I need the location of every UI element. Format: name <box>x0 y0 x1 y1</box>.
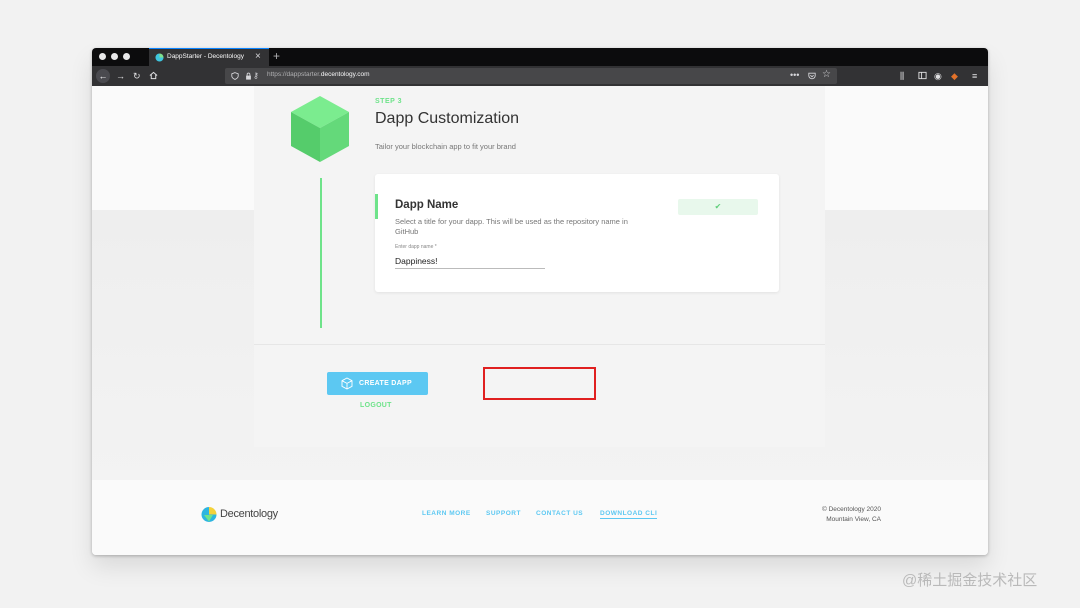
sidebar-icon[interactable] <box>918 71 927 80</box>
maximize-window-icon[interactable] <box>123 53 130 60</box>
library-icon[interactable]: ⫼ <box>900 69 904 83</box>
reload-icon[interactable]: ↻ <box>133 69 141 83</box>
dapp-name-label: Enter dapp name * <box>395 244 437 250</box>
minimize-window-icon[interactable] <box>111 53 118 60</box>
step-cube-icon <box>291 96 349 162</box>
new-tab-icon[interactable]: + <box>273 48 280 65</box>
learn-more-link[interactable]: LEARN MORE <box>422 510 471 517</box>
watermark: @稀土掘金技术社区 <box>902 572 1038 589</box>
divider <box>254 344 825 345</box>
pocket-icon[interactable] <box>808 72 816 80</box>
tab-close-icon[interactable]: × <box>255 50 261 64</box>
dapp-name-input[interactable] <box>395 253 545 269</box>
logout-link[interactable]: LOGOUT <box>360 402 392 409</box>
forward-arrow-icon[interactable]: → <box>116 69 125 83</box>
tab-dappstarter[interactable]: DappStarter - Decentology × <box>149 48 269 66</box>
create-dapp-label: CREATE DAPP <box>359 379 412 387</box>
decentology-logo-icon <box>201 507 217 522</box>
more-actions-icon[interactable]: ••• <box>790 69 799 81</box>
logo-text: Decentology <box>220 508 278 520</box>
step-timeline <box>320 178 322 328</box>
contact-us-link[interactable]: CONTACT US <box>536 510 583 517</box>
cube-icon <box>341 377 353 390</box>
dapp-name-card: Dapp Name Select a title for your dapp. … <box>375 174 779 292</box>
copyright-line: © Decentology 2020 <box>822 506 881 513</box>
checkmark-icon: ✔ <box>678 199 758 215</box>
step-subtitle: Tailor your blockchain app to fit your b… <box>375 142 516 151</box>
support-link[interactable]: SUPPORT <box>486 510 521 517</box>
menu-icon[interactable]: ≡ <box>972 69 977 83</box>
home-icon[interactable] <box>149 71 158 80</box>
create-dapp-button[interactable]: CREATE DAPP <box>327 372 428 395</box>
close-window-icon[interactable] <box>99 53 106 60</box>
highlight-box <box>483 367 596 400</box>
decentology-logo[interactable]: Decentology <box>200 505 278 525</box>
metamask-extension-icon[interactable]: ◆ <box>951 69 958 83</box>
shield-icon[interactable] <box>231 72 239 80</box>
bookmark-star-icon[interactable]: ☆ <box>822 69 831 81</box>
copyright: © Decentology 2020 Mountain View, CA <box>782 505 881 525</box>
key-icon[interactable]: ⚷ <box>253 70 259 82</box>
decentology-favicon-icon <box>155 53 164 62</box>
back-arrow-icon[interactable]: ← <box>96 69 110 83</box>
nav-toolbar: ← → ↻ ⚷ https://dappstarter.decentology.… <box>92 66 988 86</box>
address-bar[interactable]: ⚷ https://dappstarter.decentology.com ••… <box>225 68 837 84</box>
tab-bar: DappStarter - Decentology × + <box>92 48 988 66</box>
field-description: Select a title for your dapp. This will … <box>395 217 628 236</box>
tab-title: DappStarter - Decentology <box>167 53 244 60</box>
url-text[interactable]: https://dappstarter.decentology.com <box>267 71 370 78</box>
step-title: Dapp Customization <box>375 110 520 127</box>
location-line: Mountain View, CA <box>826 516 881 523</box>
browser-window: DappStarter - Decentology × + ← → ↻ ⚷ ht… <box>92 48 988 555</box>
account-icon[interactable]: ◉ <box>934 69 942 83</box>
download-cli-link[interactable]: DOWNLOAD CLI <box>600 510 658 519</box>
field-title: Dapp Name <box>395 199 459 211</box>
active-indicator <box>375 194 378 219</box>
page-content: STEP 3 Dapp Customization Tailor your bl… <box>92 86 988 555</box>
step-label: STEP 3 <box>375 98 402 105</box>
lock-icon[interactable] <box>245 72 252 80</box>
